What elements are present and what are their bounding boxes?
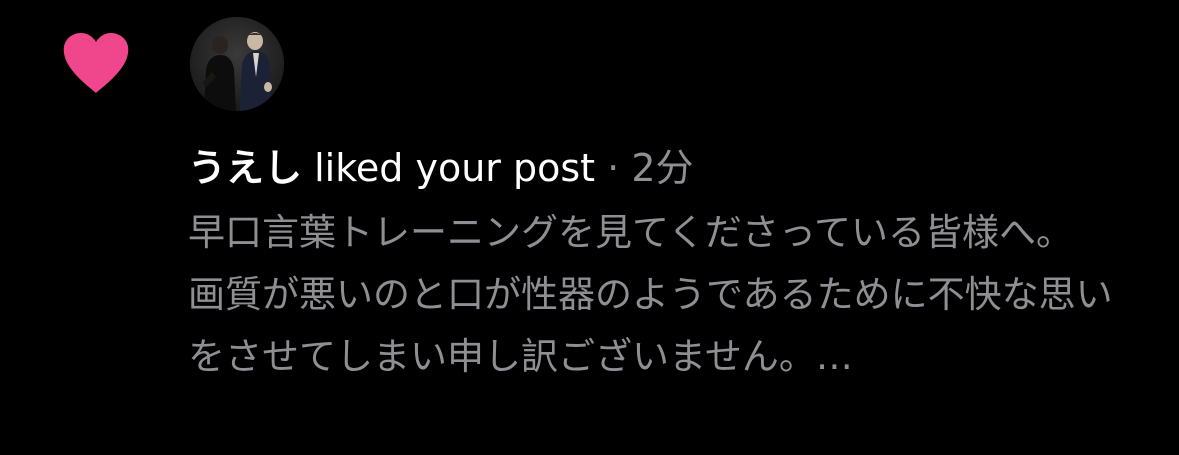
- post-excerpt[interactable]: 早口言葉トレーニングを見てくださっている皆様へ。 画質が悪いのと口が性器のようで…: [188, 202, 1128, 388]
- notification-content: うえし liked your post · 2分 早口言葉トレーニングを見てくだ…: [188, 138, 1128, 388]
- action-text: liked your post: [314, 146, 596, 190]
- avatar[interactable]: [190, 17, 284, 111]
- like-notification[interactable]: うえし liked your post · 2分 早口言葉トレーニングを見てくだ…: [0, 0, 1179, 455]
- username-link[interactable]: うえし: [188, 146, 302, 190]
- separator-dot: ·: [607, 146, 620, 190]
- timestamp: 2分: [631, 146, 694, 190]
- avatar-photo: [190, 17, 284, 111]
- heart-icon: [63, 33, 129, 93]
- notification-headline: うえし liked your post · 2分: [188, 138, 1128, 198]
